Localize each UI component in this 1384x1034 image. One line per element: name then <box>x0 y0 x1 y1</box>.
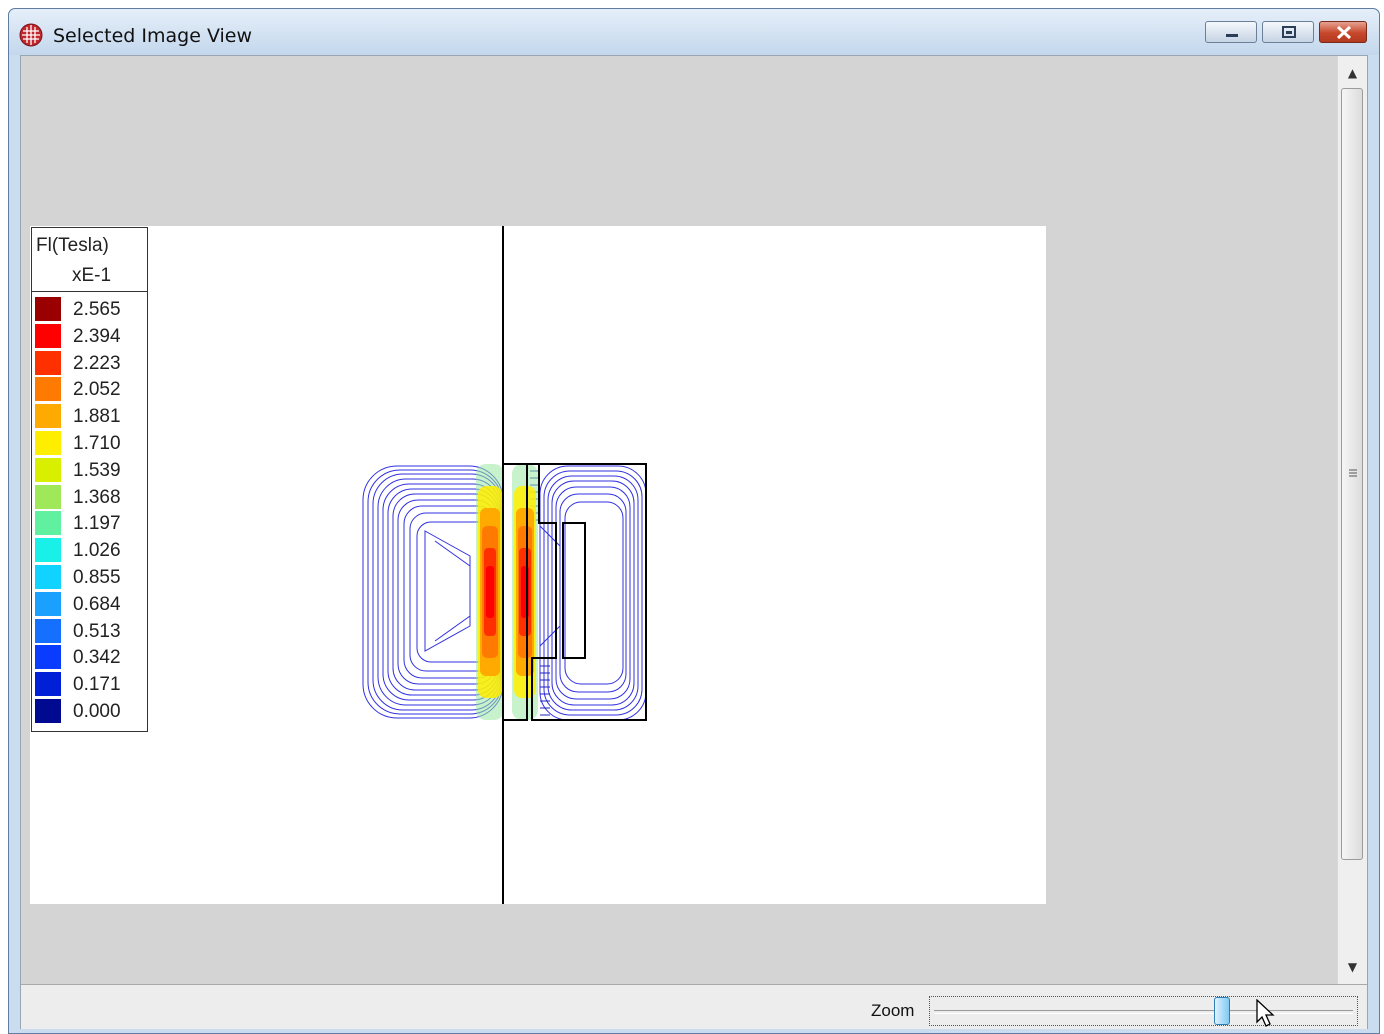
status-bar: Zoom <box>21 984 1367 1029</box>
grid-globe-icon <box>19 23 43 47</box>
grip-icon <box>1349 469 1357 477</box>
vertical-scrollbar[interactable]: ▲ ▼ <box>1337 56 1367 984</box>
arrow-down-icon: ▼ <box>1347 960 1358 974</box>
legend-title: Fl(Tesla) <box>36 235 109 256</box>
legend-swatch <box>35 538 61 563</box>
legend-value: 1.539 <box>73 459 121 481</box>
legend-item: 2.565 <box>35 296 145 322</box>
legend-value: 2.223 <box>73 352 121 374</box>
image-view-window: Selected Image View Fl(Tesla) xE-1 2.565… <box>8 8 1380 1034</box>
legend-swatch <box>35 565 61 589</box>
legend-swatch <box>35 618 61 643</box>
legend-item: 0.513 <box>35 618 145 644</box>
legend-value: 2.565 <box>73 299 121 320</box>
legend-item: 2.394 <box>35 323 145 349</box>
legend-header: Fl(Tesla) xE-1 <box>32 228 147 292</box>
zoom-slider-thumb[interactable] <box>1214 997 1230 1025</box>
legend-value: 1.026 <box>73 540 121 562</box>
legend-value: 0.684 <box>73 593 121 615</box>
window-title: Selected Image View <box>53 25 253 47</box>
legend-swatch <box>35 404 61 429</box>
legend-item: 0.342 <box>35 644 145 670</box>
mouse-cursor-icon <box>1256 999 1275 1027</box>
legend-value: 0.000 <box>73 701 121 722</box>
restore-icon <box>1282 26 1296 38</box>
field-plot-canvas[interactable]: Fl(Tesla) xE-1 2.565 2.394 2.223 2.052 1.881… <box>30 226 1046 904</box>
restore-button[interactable] <box>1262 21 1314 43</box>
legend-value: 0.342 <box>73 647 121 669</box>
legend-item: 1.710 <box>35 430 145 456</box>
zoom-slider-track <box>934 1010 1353 1014</box>
legend-swatch <box>35 431 61 455</box>
legend-item: 1.026 <box>35 537 145 563</box>
client-area: Fl(Tesla) xE-1 2.565 2.394 2.223 2.052 1.881… <box>20 55 1368 1029</box>
legend-item: 0.855 <box>35 564 145 590</box>
scroll-down-button[interactable]: ▼ <box>1338 952 1367 982</box>
legend-item: 2.052 <box>35 376 145 402</box>
legend-swatch <box>35 323 61 348</box>
legend-swatch <box>35 457 61 482</box>
legend-value: 0.855 <box>73 567 121 588</box>
legend-scale: xE-1 <box>72 265 112 286</box>
minimize-button[interactable] <box>1205 21 1257 43</box>
legend-value: 1.881 <box>73 406 121 428</box>
close-button[interactable] <box>1319 21 1367 43</box>
close-icon <box>1336 25 1352 40</box>
legend-item: 0.000 <box>35 698 145 724</box>
legend-item: 1.197 <box>35 510 145 536</box>
legend-value: 0.171 <box>73 674 121 696</box>
legend-value: 2.394 <box>73 325 121 347</box>
legend-swatch <box>35 645 61 670</box>
scroll-up-button[interactable]: ▲ <box>1338 58 1367 88</box>
minimize-icon <box>1226 34 1238 37</box>
legend-value: 1.710 <box>73 433 121 454</box>
legend-item: 1.539 <box>35 457 145 483</box>
legend-value: 1.368 <box>73 486 121 508</box>
legend-item: 1.368 <box>35 484 145 510</box>
title-bar[interactable]: Selected Image View <box>9 9 1379 55</box>
legend-swatch <box>35 672 61 697</box>
legend-item: 0.684 <box>35 591 145 617</box>
scroll-thumb[interactable] <box>1341 88 1363 860</box>
legend-swatch <box>35 350 61 375</box>
legend-swatch <box>35 297 61 321</box>
legend-swatch <box>35 699 61 723</box>
legend-value: 2.052 <box>73 379 121 401</box>
legend-value: 1.197 <box>73 513 121 535</box>
legend-swatch <box>35 377 61 402</box>
legend-value: 0.513 <box>73 620 121 642</box>
legend-swatch <box>35 484 61 509</box>
zoom-slider[interactable] <box>929 996 1358 1027</box>
zoom-label: Zoom <box>871 1001 915 1020</box>
legend-item: 1.881 <box>35 403 145 429</box>
legend-item: 0.171 <box>35 671 145 697</box>
arrow-up-icon: ▲ <box>1347 66 1358 80</box>
legend-swatch <box>35 511 61 536</box>
legend-swatch <box>35 591 61 616</box>
color-legend: Fl(Tesla) xE-1 2.565 2.394 2.223 2.052 1.881… <box>31 227 148 732</box>
field-contour-plot <box>362 226 647 904</box>
legend-item: 2.223 <box>35 350 145 376</box>
